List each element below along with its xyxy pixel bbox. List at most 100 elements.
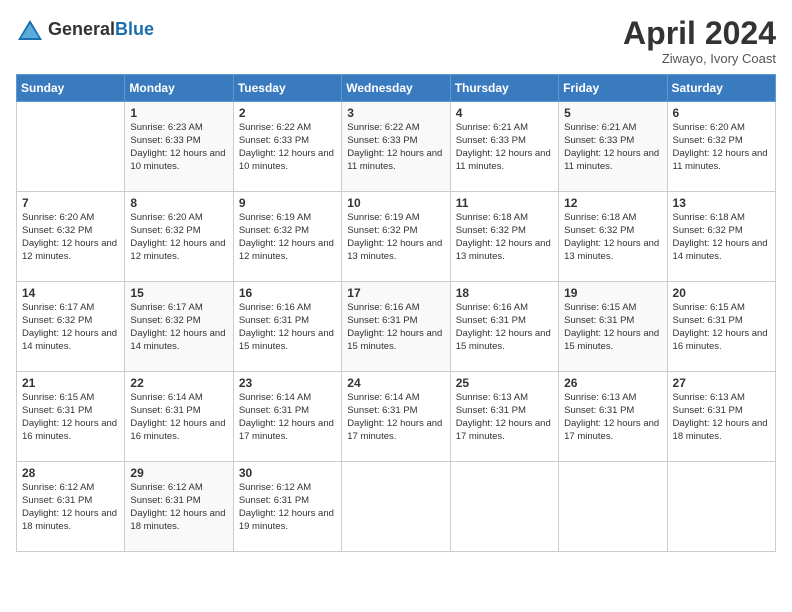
day-info: Sunrise: 6:18 AMSunset: 6:32 PMDaylight:… xyxy=(564,212,659,261)
day-info: Sunrise: 6:13 AMSunset: 6:31 PMDaylight:… xyxy=(456,392,551,441)
calendar-cell: 23 Sunrise: 6:14 AMSunset: 6:31 PMDayligh… xyxy=(233,372,341,462)
calendar-cell: 22 Sunrise: 6:14 AMSunset: 6:31 PMDayligh… xyxy=(125,372,233,462)
day-info: Sunrise: 6:22 AMSunset: 6:33 PMDaylight:… xyxy=(239,122,334,171)
day-info: Sunrise: 6:16 AMSunset: 6:31 PMDaylight:… xyxy=(347,302,442,351)
calendar-cell: 2 Sunrise: 6:22 AMSunset: 6:33 PMDaylight… xyxy=(233,102,341,192)
day-info: Sunrise: 6:13 AMSunset: 6:31 PMDaylight:… xyxy=(564,392,659,441)
calendar-cell: 4 Sunrise: 6:21 AMSunset: 6:33 PMDaylight… xyxy=(450,102,558,192)
day-number: 21 xyxy=(22,376,119,390)
calendar-cell: 28 Sunrise: 6:12 AMSunset: 6:31 PMDayligh… xyxy=(17,462,125,552)
calendar-cell: 11 Sunrise: 6:18 AMSunset: 6:32 PMDayligh… xyxy=(450,192,558,282)
logo-icon xyxy=(16,16,44,44)
day-info: Sunrise: 6:21 AMSunset: 6:33 PMDaylight:… xyxy=(456,122,551,171)
day-number: 27 xyxy=(673,376,770,390)
day-number: 14 xyxy=(22,286,119,300)
day-number: 13 xyxy=(673,196,770,210)
title-block: April 2024 Ziwayo, Ivory Coast xyxy=(623,16,776,66)
calendar-cell xyxy=(17,102,125,192)
day-info: Sunrise: 6:20 AMSunset: 6:32 PMDaylight:… xyxy=(22,212,117,261)
day-number: 30 xyxy=(239,466,336,480)
day-number: 12 xyxy=(564,196,661,210)
day-info: Sunrise: 6:12 AMSunset: 6:31 PMDaylight:… xyxy=(130,482,225,531)
day-number: 10 xyxy=(347,196,444,210)
calendar-cell: 9Sunrise: 6:19 AMSunset: 6:32 PMDaylight… xyxy=(233,192,341,282)
calendar-cell: 27 Sunrise: 6:13 AMSunset: 6:31 PMDayligh… xyxy=(667,372,775,462)
day-number: 5 xyxy=(564,106,661,120)
calendar-cell: 7 Sunrise: 6:20 AMSunset: 6:32 PMDaylight… xyxy=(17,192,125,282)
day-info: Sunrise: 6:21 AMSunset: 6:33 PMDaylight:… xyxy=(564,122,659,171)
calendar-cell: 20Sunrise: 6:15 AMSunset: 6:31 PMDayligh… xyxy=(667,282,775,372)
day-number: 23 xyxy=(239,376,336,390)
day-of-week-header: Saturday xyxy=(667,75,775,102)
day-info: Sunrise: 6:12 AMSunset: 6:31 PMDaylight:… xyxy=(22,482,117,531)
day-info: Sunrise: 6:14 AMSunset: 6:31 PMDaylight:… xyxy=(239,392,334,441)
day-info: Sunrise: 6:13 AMSunset: 6:31 PMDaylight:… xyxy=(673,392,768,441)
page-title: April 2024 xyxy=(623,16,776,51)
calendar-cell: 10 Sunrise: 6:19 AMSunset: 6:32 PMDayligh… xyxy=(342,192,450,282)
day-of-week-header: Thursday xyxy=(450,75,558,102)
calendar-week-row: 1 Sunrise: 6:23 AMSunset: 6:33 PMDaylight… xyxy=(17,102,776,192)
day-info: Sunrise: 6:20 AMSunset: 6:32 PMDaylight:… xyxy=(130,212,225,261)
calendar-cell: 17 Sunrise: 6:16 AMSunset: 6:31 PMDayligh… xyxy=(342,282,450,372)
calendar-cell: 29 Sunrise: 6:12 AMSunset: 6:31 PMDayligh… xyxy=(125,462,233,552)
day-info: Sunrise: 6:15 AMSunset: 6:31 PMDaylight:… xyxy=(564,302,659,351)
day-of-week-header: Monday xyxy=(125,75,233,102)
calendar-cell: 6 Sunrise: 6:20 AMSunset: 6:32 PMDaylight… xyxy=(667,102,775,192)
day-number: 24 xyxy=(347,376,444,390)
logo: GeneralBlue xyxy=(16,16,154,44)
day-info: Sunrise: 6:14 AMSunset: 6:31 PMDaylight:… xyxy=(347,392,442,441)
day-number: 4 xyxy=(456,106,553,120)
day-info: Sunrise: 6:22 AMSunset: 6:33 PMDaylight:… xyxy=(347,122,442,171)
day-number: 15 xyxy=(130,286,227,300)
calendar-week-row: 21Sunrise: 6:15 AMSunset: 6:31 PMDayligh… xyxy=(17,372,776,462)
calendar-week-row: 7 Sunrise: 6:20 AMSunset: 6:32 PMDaylight… xyxy=(17,192,776,282)
day-info: Sunrise: 6:17 AMSunset: 6:32 PMDaylight:… xyxy=(22,302,117,351)
day-info: Sunrise: 6:18 AMSunset: 6:32 PMDaylight:… xyxy=(673,212,768,261)
calendar-cell: 19Sunrise: 6:15 AMSunset: 6:31 PMDayligh… xyxy=(559,282,667,372)
page-header: GeneralBlue April 2024 Ziwayo, Ivory Coa… xyxy=(16,16,776,66)
day-number: 26 xyxy=(564,376,661,390)
day-number: 7 xyxy=(22,196,119,210)
calendar-cell: 15 Sunrise: 6:17 AMSunset: 6:32 PMDayligh… xyxy=(125,282,233,372)
calendar-cell: 18 Sunrise: 6:16 AMSunset: 6:31 PMDayligh… xyxy=(450,282,558,372)
day-number: 18 xyxy=(456,286,553,300)
calendar-cell: 26 Sunrise: 6:13 AMSunset: 6:31 PMDayligh… xyxy=(559,372,667,462)
day-info: Sunrise: 6:14 AMSunset: 6:31 PMDaylight:… xyxy=(130,392,225,441)
subtitle: Ziwayo, Ivory Coast xyxy=(623,51,776,66)
day-number: 17 xyxy=(347,286,444,300)
day-number: 16 xyxy=(239,286,336,300)
day-info: Sunrise: 6:12 AMSunset: 6:31 PMDaylight:… xyxy=(239,482,334,531)
calendar-cell: 30 Sunrise: 6:12 AMSunset: 6:31 PMDayligh… xyxy=(233,462,341,552)
calendar-cell: 8 Sunrise: 6:20 AMSunset: 6:32 PMDaylight… xyxy=(125,192,233,282)
calendar-cell: 12 Sunrise: 6:18 AMSunset: 6:32 PMDayligh… xyxy=(559,192,667,282)
calendar-week-row: 14 Sunrise: 6:17 AMSunset: 6:32 PMDayligh… xyxy=(17,282,776,372)
calendar-week-row: 28 Sunrise: 6:12 AMSunset: 6:31 PMDayligh… xyxy=(17,462,776,552)
day-number: 28 xyxy=(22,466,119,480)
calendar-cell: 16 Sunrise: 6:16 AMSunset: 6:31 PMDayligh… xyxy=(233,282,341,372)
day-of-week-header: Sunday xyxy=(17,75,125,102)
day-number: 8 xyxy=(130,196,227,210)
day-info: Sunrise: 6:16 AMSunset: 6:31 PMDaylight:… xyxy=(239,302,334,351)
day-number: 29 xyxy=(130,466,227,480)
day-number: 1 xyxy=(130,106,227,120)
day-of-week-header: Friday xyxy=(559,75,667,102)
day-info: Sunrise: 6:23 AMSunset: 6:33 PMDaylight:… xyxy=(130,122,225,171)
day-info: Sunrise: 6:17 AMSunset: 6:32 PMDaylight:… xyxy=(130,302,225,351)
day-number: 20 xyxy=(673,286,770,300)
calendar-cell: 13 Sunrise: 6:18 AMSunset: 6:32 PMDayligh… xyxy=(667,192,775,282)
calendar-cell: 24 Sunrise: 6:14 AMSunset: 6:31 PMDayligh… xyxy=(342,372,450,462)
day-number: 2 xyxy=(239,106,336,120)
day-number: 6 xyxy=(673,106,770,120)
calendar-cell xyxy=(667,462,775,552)
day-info: Sunrise: 6:20 AMSunset: 6:32 PMDaylight:… xyxy=(673,122,768,171)
day-info: Sunrise: 6:16 AMSunset: 6:31 PMDaylight:… xyxy=(456,302,551,351)
calendar-cell: 5 Sunrise: 6:21 AMSunset: 6:33 PMDaylight… xyxy=(559,102,667,192)
day-info: Sunrise: 6:19 AMSunset: 6:32 PMDaylight:… xyxy=(239,212,334,261)
logo-general: GeneralBlue xyxy=(48,20,154,40)
day-number: 11 xyxy=(456,196,553,210)
day-info: Sunrise: 6:19 AMSunset: 6:32 PMDaylight:… xyxy=(347,212,442,261)
calendar-cell: 14 Sunrise: 6:17 AMSunset: 6:32 PMDayligh… xyxy=(17,282,125,372)
day-info: Sunrise: 6:18 AMSunset: 6:32 PMDaylight:… xyxy=(456,212,551,261)
calendar-header-row: SundayMondayTuesdayWednesdayThursdayFrid… xyxy=(17,75,776,102)
day-number: 22 xyxy=(130,376,227,390)
